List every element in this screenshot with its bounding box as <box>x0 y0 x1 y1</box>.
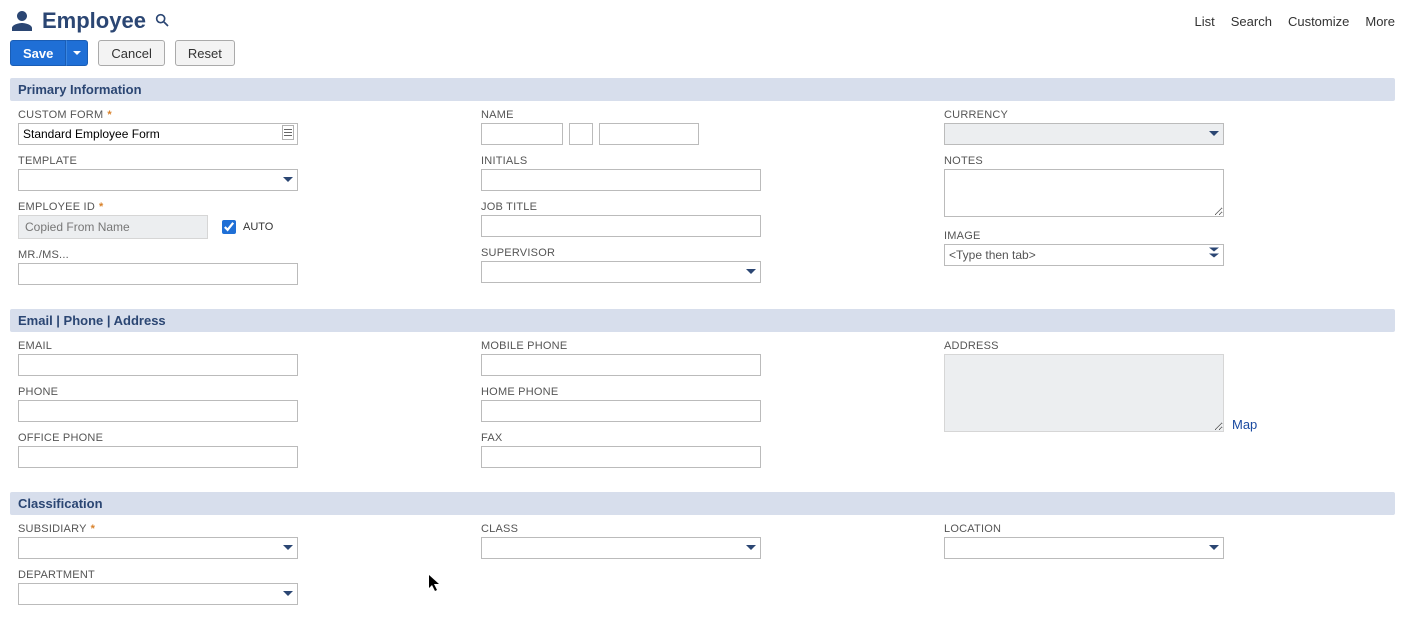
fax-input[interactable] <box>481 446 761 468</box>
custom-form-label: CUSTOM FORM <box>18 109 103 121</box>
office-phone-label: OFFICE PHONE <box>18 432 103 444</box>
email-label: EMAIL <box>18 340 52 352</box>
header-link-search[interactable]: Search <box>1231 14 1272 29</box>
supervisor-select[interactable] <box>481 261 761 283</box>
fax-label: FAX <box>481 432 502 444</box>
name-middle-input[interactable] <box>569 123 593 145</box>
department-label: DEPARTMENT <box>18 569 95 581</box>
required-marker: * <box>107 109 112 121</box>
class-label: CLASS <box>481 523 518 535</box>
image-label: IMAGE <box>944 230 981 242</box>
cancel-button[interactable]: Cancel <box>98 40 164 66</box>
name-last-input[interactable] <box>599 123 699 145</box>
salutation-input[interactable] <box>18 263 298 285</box>
custom-form-input[interactable] <box>18 123 298 145</box>
notes-textarea[interactable] <box>944 169 1224 217</box>
supervisor-label: SUPERVISOR <box>481 247 555 259</box>
template-label: TEMPLATE <box>18 155 77 167</box>
salutation-label: MR./MS... <box>18 249 69 261</box>
currency-select[interactable] <box>944 123 1224 145</box>
address-textarea[interactable] <box>944 354 1224 432</box>
employee-id-label: EMPLOYEE ID <box>18 201 95 213</box>
header-link-more[interactable]: More <box>1365 14 1395 29</box>
reset-button[interactable]: Reset <box>175 40 235 66</box>
job-title-input[interactable] <box>481 215 761 237</box>
office-phone-input[interactable] <box>18 446 298 468</box>
save-dropdown-caret[interactable] <box>66 40 88 66</box>
address-label: ADDRESS <box>944 340 999 352</box>
person-icon <box>10 9 34 33</box>
job-title-label: JOB TITLE <box>481 201 537 213</box>
employee-id-input: Copied From Name <box>18 215 208 239</box>
search-icon[interactable] <box>154 12 170 31</box>
section-header-classification: Classification <box>10 492 1395 515</box>
initials-label: INITIALS <box>481 155 527 167</box>
name-label: NAME <box>481 109 514 121</box>
map-link[interactable]: Map <box>1232 417 1257 432</box>
template-select[interactable] <box>18 169 298 191</box>
phone-label: PHONE <box>18 386 58 398</box>
currency-label: CURRENCY <box>944 109 1008 121</box>
required-marker: * <box>99 201 104 213</box>
image-input[interactable] <box>944 244 1224 266</box>
section-header-contact: Email | Phone | Address <box>10 309 1395 332</box>
mobile-phone-label: MOBILE PHONE <box>481 340 567 352</box>
home-phone-input[interactable] <box>481 400 761 422</box>
phone-input[interactable] <box>18 400 298 422</box>
header-link-customize[interactable]: Customize <box>1288 14 1349 29</box>
class-select[interactable] <box>481 537 761 559</box>
subsidiary-label: SUBSIDIARY <box>18 523 87 535</box>
notes-label: NOTES <box>944 155 983 167</box>
home-phone-label: HOME PHONE <box>481 386 558 398</box>
mobile-phone-input[interactable] <box>481 354 761 376</box>
location-label: LOCATION <box>944 523 1001 535</box>
list-picker-icon[interactable] <box>282 126 294 143</box>
email-input[interactable] <box>18 354 298 376</box>
initials-input[interactable] <box>481 169 761 191</box>
auto-checkbox[interactable] <box>222 220 236 234</box>
header-links: List Search Customize More <box>1195 14 1395 29</box>
subsidiary-select[interactable] <box>18 537 298 559</box>
header-link-list[interactable]: List <box>1195 14 1215 29</box>
save-button[interactable]: Save <box>10 40 66 66</box>
page-title: Employee <box>42 8 146 34</box>
required-marker: * <box>91 523 96 535</box>
auto-label: AUTO <box>243 221 273 233</box>
name-first-input[interactable] <box>481 123 563 145</box>
section-header-primary: Primary Information <box>10 78 1395 101</box>
location-select[interactable] <box>944 537 1224 559</box>
department-select[interactable] <box>18 583 298 605</box>
